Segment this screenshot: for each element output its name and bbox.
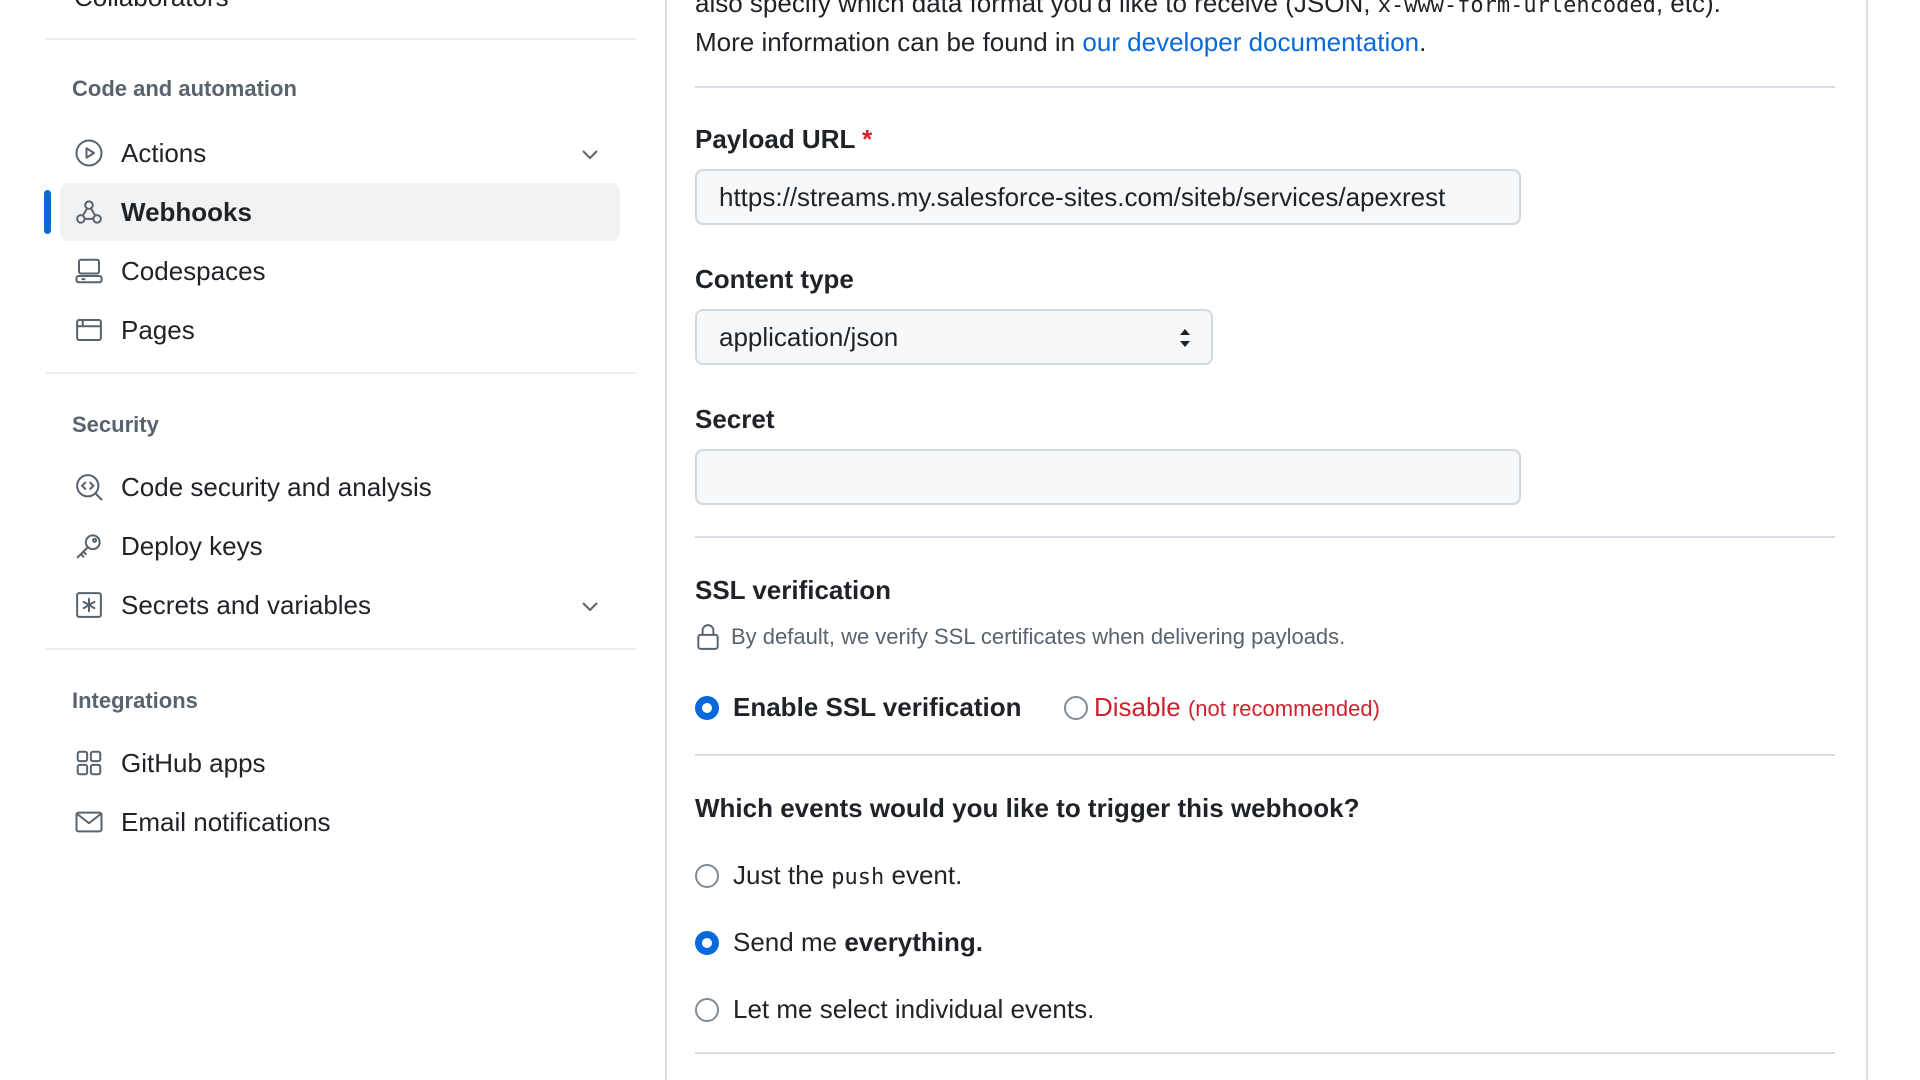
event-individual-radio[interactable]: Let me select individual events. [695, 994, 1094, 1025]
ssl-disable-radio[interactable]: Disable (not recommended) [1064, 692, 1380, 723]
sidebar-item-label: Deploy keys [121, 530, 263, 561]
sidebar-item-label: GitHub apps [121, 747, 266, 778]
intro-tail: , etc). [1655, 0, 1721, 18]
event-everything-radio[interactable]: Send me everything. [695, 927, 983, 958]
radio-indicator[interactable] [695, 695, 719, 720]
sidebar-divider [46, 372, 636, 374]
intro-text-line-1: also specify which data format you'd lik… [695, 0, 1721, 19]
intro-text: also specify which data format you'd lik… [695, 0, 1371, 18]
content-type-label: Content type [695, 264, 854, 294]
events-question: Which events would you like to trigger t… [695, 793, 1360, 823]
sidebar-item-github-apps[interactable]: GitHub apps [60, 734, 620, 792]
intro-prefix: More information can be found in [695, 27, 1076, 57]
event-text: event. [891, 860, 963, 890]
section-divider [695, 1052, 1835, 1054]
event-text: Just the [733, 860, 825, 890]
sidebar-item-codespaces[interactable]: Codespaces [60, 242, 620, 300]
asterisk-icon [74, 590, 104, 620]
event-text: Send me [733, 927, 838, 957]
sidebar-item-label: Codespaces [121, 255, 266, 286]
sidebar-item-pages[interactable]: Pages [60, 301, 620, 359]
content-type-select[interactable]: application/json [695, 309, 1213, 365]
ssl-enable-radio[interactable]: Enable SSL verification [695, 692, 1022, 723]
sidebar-item-label: Email notifications [121, 806, 331, 837]
sidebar-section-security: Security [72, 412, 159, 437]
section-divider [695, 86, 1835, 88]
radio-indicator[interactable] [695, 863, 719, 888]
sidebar-main-divider [665, 0, 667, 1080]
payload-url-input[interactable] [695, 169, 1521, 225]
secret-label: Secret [695, 404, 775, 434]
radio-indicator[interactable] [695, 997, 719, 1022]
sidebar-item-webhooks[interactable]: Webhooks [60, 183, 620, 241]
ssl-disable-note: (not recommended) [1187, 696, 1380, 721]
chevron-down-icon[interactable] [578, 142, 602, 166]
sidebar-divider [46, 38, 636, 40]
ssl-disable-text: Disable [1094, 692, 1181, 722]
sidebar-item-label: Actions [121, 137, 207, 168]
payload-url-label-text: Payload URL [695, 124, 855, 154]
active-indicator [44, 190, 51, 234]
event-just-push-radio[interactable]: Just the push event. [695, 860, 962, 891]
sidebar-section-code-automation: Code and automation [72, 76, 297, 101]
lock-icon [697, 624, 719, 650]
webhook-form: also specify which data format you'd lik… [695, 0, 1845, 1080]
key-icon [74, 531, 104, 561]
section-divider [695, 754, 1835, 756]
radio-indicator[interactable] [695, 930, 719, 955]
ssl-heading: SSL verification [695, 575, 892, 605]
sidebar-item-collaborators[interactable]: Collaborators [74, 0, 229, 13]
ssl-description: By default, we verify SSL certificates w… [695, 623, 1345, 651]
settings-sidebar: Collaborators Code and automation Action… [0, 0, 660, 1080]
event-code: push [831, 865, 885, 890]
radio-indicator[interactable] [1064, 695, 1088, 720]
sidebar-item-label: Secrets and variables [121, 589, 372, 620]
play-icon [74, 138, 104, 168]
sidebar-divider [46, 648, 636, 650]
sidebar-item-email-notifications[interactable]: Email notifications [60, 793, 620, 851]
sidebar-item-label: Pages [121, 314, 195, 345]
apps-icon [74, 748, 104, 778]
event-individual-label: Let me select individual events. [733, 994, 1095, 1024]
event-just-push-label: Just the push event. [733, 860, 962, 891]
intro-suffix: . [1419, 27, 1427, 57]
webhook-icon [74, 197, 104, 227]
sidebar-item-label: Webhooks [121, 196, 252, 227]
sidebar-section-integrations: Integrations [72, 688, 198, 713]
event-everything-label: Send me everything. [733, 927, 983, 958]
ssl-description-text: By default, we verify SSL certificates w… [731, 624, 1346, 649]
developer-docs-link[interactable]: our developer documentation [1082, 27, 1419, 57]
sidebar-item-deploy-keys[interactable]: Deploy keys [60, 517, 620, 575]
browser-icon [74, 315, 104, 345]
sidebar-item-actions[interactable]: Actions [60, 124, 620, 182]
required-marker: * [862, 124, 873, 154]
sidebar-item-label: Code security and analysis [121, 471, 432, 502]
section-divider [695, 536, 1835, 538]
secret-input[interactable] [695, 449, 1521, 505]
codescan-icon [74, 472, 104, 502]
content-right-border [1866, 0, 1868, 1080]
ssl-enable-label: Enable SSL verification [733, 692, 1022, 722]
event-emphasis: everything. [844, 927, 984, 957]
codespaces-icon [74, 256, 104, 286]
sidebar-item-label: Collaborators [74, 0, 229, 12]
sidebar-item-secrets[interactable]: Secrets and variables [60, 576, 620, 634]
ssl-disable-label: Disable (not recommended) [1094, 692, 1380, 723]
sidebar-item-code-security[interactable]: Code security and analysis [60, 458, 620, 516]
intro-text-line-2: More information can be found in our dev… [695, 27, 1426, 58]
chevron-down-icon[interactable] [578, 594, 602, 618]
select-arrows-icon [1173, 325, 1197, 351]
payload-url-label: Payload URL * [695, 124, 872, 155]
intro-code: x-www-form-urlencoded [1377, 0, 1656, 18]
content-type-value: application/json [719, 321, 899, 352]
mail-icon [74, 807, 104, 837]
